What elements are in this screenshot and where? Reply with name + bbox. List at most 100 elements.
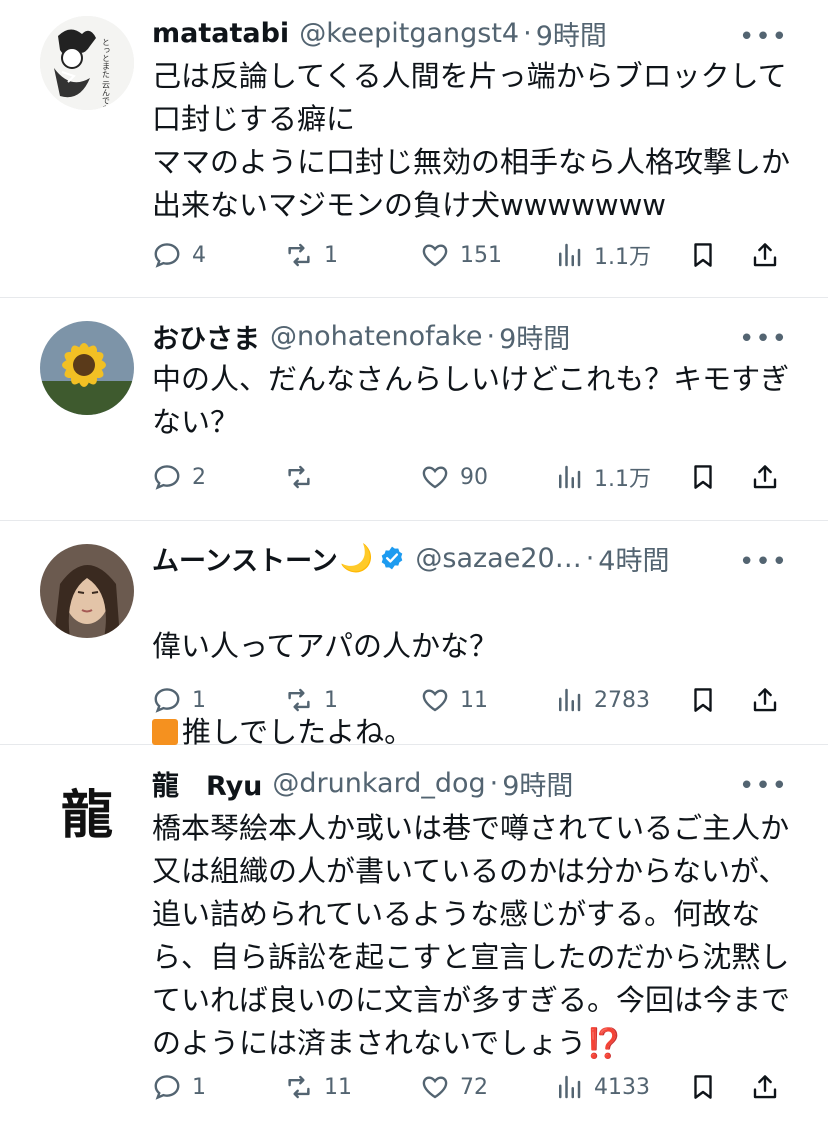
avatar-image-sunflower [40,321,134,415]
reply-count: 1 [192,687,206,713]
share-button[interactable] [750,457,780,497]
post-text-content: 橋本琴絵本人か或いは巷で噂されているご主人か又は組織の人が書いているのかは分から… [152,811,791,1060]
action-bar: 1 11 72 4133 [152,1067,792,1107]
verified-badge-icon[interactable] [379,545,405,571]
user-handle[interactable]: @sazae20… [415,543,581,574]
share-icon [753,688,777,712]
share-button[interactable] [750,680,780,720]
like-button[interactable]: 90 [420,457,488,497]
action-bar: 2 90 1.1万 [152,457,792,497]
avatar-image-portrait [40,544,134,638]
share-button[interactable] [750,1067,780,1107]
like-count: 90 [460,464,488,490]
reply-button[interactable]: 1 [152,680,206,720]
separator: · [486,320,496,352]
post-2[interactable]: おひさま @nohatenofake · 9時間 ••• 中の人、だんなさんらし… [0,298,828,521]
user-handle[interactable]: @drunkard_dog [272,768,485,799]
display-name[interactable]: matatabi [152,18,289,49]
action-bar: 4 1 151 1.1万 [152,235,792,275]
post-text: 橋本琴絵本人か或いは巷で噂されているご主人か又は組織の人が書いているのかは分から… [152,807,792,1065]
action-bar: 1 1 11 2783 [152,680,792,720]
heart-icon [422,689,448,712]
view-count: 1.1万 [594,245,651,270]
more-options-icon[interactable]: ••• [739,22,788,52]
reply-button[interactable]: 1 [152,1067,206,1107]
repost-icon [288,243,310,267]
repost-button[interactable]: 11 [284,1067,352,1107]
analytics-icon [559,688,581,712]
user-handle[interactable]: @nohatenofake [270,321,482,352]
like-button[interactable]: 11 [420,680,488,720]
like-count: 11 [460,687,488,713]
reply-count: 4 [192,242,206,268]
reply-icon [154,465,180,490]
like-button[interactable]: 72 [420,1067,488,1107]
repost-button[interactable]: 1 [284,680,338,720]
view-count: 4133 [594,1074,650,1100]
avatar-kanji: 龍 [61,785,113,846]
avatar[interactable]: 龍 [40,767,134,861]
timestamp[interactable]: 9時間 [502,764,573,803]
reply-button[interactable]: 2 [152,457,206,497]
repost-icon [288,688,310,712]
post-3[interactable]: ムーンストーン 🌙 @sazae20… · 4時間 ••• 偉い人ってアパの人か… [0,521,828,749]
post-header: ムーンストーン 🌙 @sazae20… · 4時間 [152,538,748,578]
post-text-line-content: 推しでしたよね。 [182,715,414,749]
reply-icon [154,1075,180,1100]
like-count: 151 [460,242,502,268]
views-button[interactable]: 4133 [554,1067,650,1107]
more-options-icon[interactable]: ••• [739,547,788,577]
bookmark-icon [694,465,712,489]
share-button[interactable] [750,235,780,275]
repost-button[interactable]: 1 [284,235,338,275]
reply-icon [154,243,180,268]
post-4[interactable]: 龍 龍 Ryu @drunkard_dog · 9時間 ••• 橋本琴絵本人か或… [0,745,828,1125]
bookmark-button[interactable] [688,457,718,497]
heart-icon [422,244,448,267]
orange-square-emoji [152,719,178,745]
repost-button[interactable] [284,457,324,497]
share-icon [753,243,777,267]
display-name[interactable]: 龍 Ryu [152,764,262,803]
reply-icon [154,688,180,713]
share-icon [753,1075,777,1099]
reply-button[interactable]: 4 [152,235,206,275]
repost-icon [288,1075,310,1099]
bookmark-button[interactable] [688,680,718,720]
views-button[interactable]: 2783 [554,680,650,720]
post-header: おひさま @nohatenofake · 9時間 [152,316,748,356]
timestamp[interactable]: 9時間 [499,317,570,356]
like-button[interactable]: 151 [420,235,502,275]
reply-count: 2 [192,464,206,490]
display-name[interactable]: ムーンストーン [152,539,338,578]
user-handle[interactable]: @keepitgangst4 [299,18,519,49]
post-1[interactable]: とっとまた 云んでも 云とこと 驚子のか打 matatabi @keepitga… [0,0,828,298]
bookmark-icon [694,688,712,712]
post-header: matatabi @keepitgangst4 · 9時間 [152,13,748,53]
moon-emoji: 🌙 [339,543,374,574]
bookmark-button[interactable] [688,1067,718,1107]
reply-count: 1 [192,1074,206,1100]
repost-icon [288,465,310,489]
timestamp[interactable]: 4時間 [598,539,669,578]
views-button[interactable]: 1.1万 [554,457,651,497]
view-count: 1.1万 [594,467,651,492]
separator: · [523,17,532,49]
analytics-icon [559,1075,581,1099]
avatar-image-manga: とっとまた 云んでも 云とこと 驚子のか打 [40,16,134,110]
avatar[interactable]: とっとまた 云んでも 云とこと 驚子のか打 [40,16,134,110]
like-count: 72 [460,1074,488,1100]
display-name[interactable]: おひさま [152,317,260,356]
bookmark-button[interactable] [688,235,718,275]
repost-count: 11 [324,1074,352,1100]
avatar[interactable] [40,321,134,415]
post-text-line: 偉い人ってアパの人かな？ [152,629,498,663]
post-text: 己は反論してくる人間を片っ端からブロックして口封じする癖に ママのように口封じ無… [152,59,791,222]
views-button[interactable]: 1.1万 [554,235,651,275]
separator: · [489,767,499,799]
more-options-icon[interactable]: ••• [739,324,788,354]
timestamp[interactable]: 9時間 [536,14,607,53]
more-options-icon[interactable]: ••• [739,771,788,801]
post-header: 龍 Ryu @drunkard_dog · 9時間 [152,763,748,803]
avatar[interactable] [40,544,134,638]
